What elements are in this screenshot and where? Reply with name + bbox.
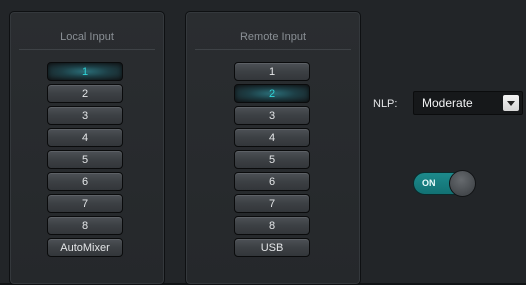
local-input-button-8[interactable]: 8 (47, 216, 123, 235)
dropdown-arrow-icon[interactable] (503, 95, 519, 111)
aec-settings-window: Local Input 1 2 3 4 5 6 7 8 AutoMixer Re… (0, 0, 526, 285)
nlp-selected-value: Moderate (422, 96, 473, 110)
nlp-label: NLP: (373, 98, 398, 110)
nlp-toggle-switch[interactable]: ON (413, 170, 476, 197)
local-input-button-5[interactable]: 5 (47, 150, 123, 169)
remote-input-button-8[interactable]: 8 (234, 216, 310, 235)
local-input-button-4[interactable]: 4 (47, 128, 123, 147)
local-input-button-1[interactable]: 1 (47, 62, 123, 81)
remote-input-button-3[interactable]: 3 (234, 106, 310, 125)
usb-button[interactable]: USB (234, 238, 310, 257)
remote-input-button-2[interactable]: 2 (234, 84, 310, 103)
remote-input-button-4[interactable]: 4 (234, 128, 310, 147)
toggle-on-label: ON (422, 178, 436, 188)
local-input-button-list: 1 2 3 4 5 6 7 8 AutoMixer (47, 62, 123, 257)
local-input-button-2[interactable]: 2 (47, 84, 123, 103)
remote-input-panel: Remote Input 1 2 3 4 5 6 7 8 USB (185, 11, 361, 285)
nlp-dropdown[interactable]: Moderate (413, 91, 523, 115)
local-input-button-6[interactable]: 6 (47, 172, 123, 191)
remote-input-button-7[interactable]: 7 (234, 194, 310, 213)
remote-input-button-1[interactable]: 1 (234, 62, 310, 81)
local-input-panel: Local Input 1 2 3 4 5 6 7 8 AutoMixer (9, 11, 165, 285)
local-input-button-3[interactable]: 3 (47, 106, 123, 125)
remote-input-divider (195, 49, 351, 50)
toggle-knob[interactable] (449, 170, 476, 197)
local-input-button-7[interactable]: 7 (47, 194, 123, 213)
remote-input-button-5[interactable]: 5 (234, 150, 310, 169)
remote-input-button-list: 1 2 3 4 5 6 7 8 USB (234, 62, 310, 257)
remote-input-button-6[interactable]: 6 (234, 172, 310, 191)
local-input-divider (19, 49, 155, 50)
remote-input-title: Remote Input (239, 31, 307, 43)
automixer-button[interactable]: AutoMixer (47, 238, 123, 257)
local-input-title: Local Input (60, 31, 114, 43)
